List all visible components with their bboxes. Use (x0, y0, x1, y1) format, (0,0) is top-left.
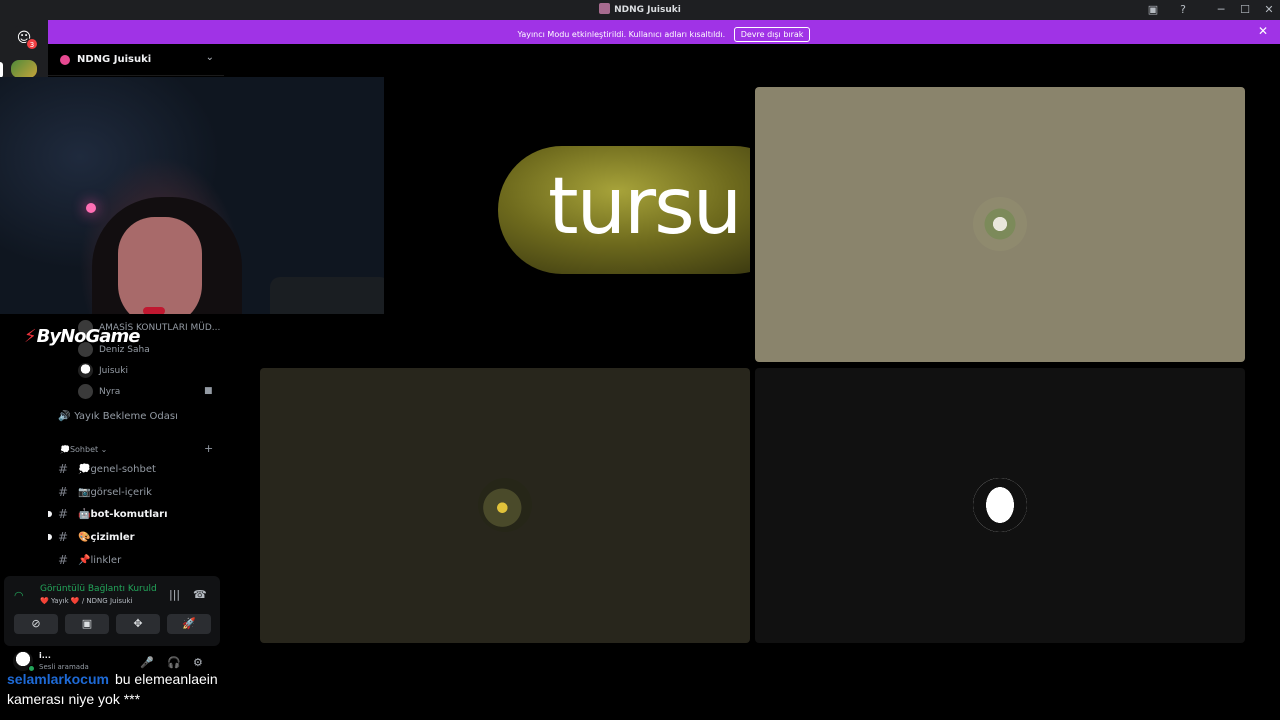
chat-overlay: selamlarkocum bu elemeanlaein kamerası ni… (7, 669, 218, 709)
channel-label: 📌linkler (78, 555, 122, 566)
channel-bot-komutlari[interactable]: # 🤖bot-komutları (58, 504, 218, 524)
microphone-icon[interactable]: 🎤 (140, 656, 154, 669)
banner-message: Yayıncı Modu etkinleştirildi. Kullanıcı … (517, 30, 726, 39)
help-icon[interactable]: ? (1173, 2, 1193, 18)
window-title-text: NDNG Juisuki (614, 5, 681, 15)
hashtag-icon: # (58, 485, 69, 499)
server-rail: ☺ 3 (0, 20, 48, 80)
hashtag-icon: # (58, 553, 69, 567)
maximize-button[interactable]: ☐ (1235, 2, 1255, 18)
logo-icon: ⚡ (24, 326, 37, 347)
server-selected-pill (0, 62, 3, 78)
camera-icon: ■ (204, 386, 213, 396)
inbox-icon[interactable]: ▣ (1143, 2, 1163, 18)
avatar (78, 363, 93, 378)
voice-member-name: Juisuki (99, 366, 128, 376)
video-tile[interactable] (260, 368, 750, 643)
signal-icon[interactable]: ◠ (14, 589, 24, 602)
avatar (78, 384, 93, 399)
webcam-background (270, 277, 384, 314)
speaker-icon: 🔊 (58, 411, 71, 422)
video-tile[interactable] (755, 87, 1245, 362)
soundboard-button[interactable]: 🚀 (167, 614, 211, 634)
close-window-button[interactable]: ✕ (1259, 2, 1279, 18)
channel-genel-sohbet[interactable]: # 💭genel-sohbet (58, 459, 218, 479)
screen-share-tile[interactable]: tursu (384, 84, 750, 364)
watermark-text: ByNoGame (36, 326, 141, 347)
channel-label: 🤖bot-komutları (78, 509, 168, 520)
avatar (973, 478, 1027, 532)
activities-button[interactable]: ✥ (116, 614, 160, 634)
webcam-person-face (118, 217, 202, 314)
headphones-icon[interactable]: 🎧 (167, 656, 181, 669)
chat-username: selamlarkocum (7, 671, 109, 687)
settings-gear-icon[interactable]: ⚙ (193, 656, 203, 669)
avatar (973, 197, 1027, 251)
chat-message: bu elemeanlaein (114, 671, 218, 687)
webcam-light (86, 203, 96, 213)
server-mini-icon (599, 3, 611, 14)
hashtag-icon: # (58, 530, 69, 544)
disable-streamer-mode-button[interactable]: Devre dışı bırak (733, 27, 811, 42)
webcam-overlay (0, 77, 384, 314)
channel-label: 📷görsel-içerik (78, 487, 152, 498)
chevron-down-icon[interactable]: ⌄ (206, 52, 214, 63)
close-banner-icon[interactable]: ✕ (1258, 24, 1268, 38)
hashtag-icon: # (58, 462, 69, 476)
camera-toggle-button[interactable]: ⊘ (14, 614, 58, 634)
voice-connection-location[interactable]: ❤️ Yayık ❤️ / NDNG Juisuki (40, 597, 132, 605)
chat-message-continued: kamerası niye yok *** (7, 691, 141, 707)
channel-label: 🎨çizimler (78, 532, 135, 543)
webcam-person-lips (143, 307, 165, 314)
voice-channel-label: Yayık Bekleme Odası (74, 411, 178, 422)
guild-header[interactable]: NDNG Juisuki ⌄ (48, 44, 224, 76)
channel-gorsel-icerik[interactable]: # 📷görsel-içerik (58, 482, 218, 502)
video-tile[interactable] (755, 368, 1245, 643)
minimize-button[interactable]: ─ (1211, 2, 1231, 18)
channel-linkler[interactable]: # 📌linkler (58, 550, 218, 570)
category-header[interactable]: 💭Sohbet ⌄ (60, 445, 107, 454)
channel-cizimler[interactable]: # 🎨çizimler (58, 527, 218, 547)
notification-badge: 3 (26, 38, 38, 50)
hashtag-icon: # (58, 507, 69, 521)
guild-name: NDNG Juisuki (77, 54, 152, 65)
pickle-caption: tursu (548, 162, 742, 252)
bynogame-watermark: ⚡ByNoGame (24, 326, 141, 347)
streamer-mode-banner: Yayıncı Modu etkinleştirildi. Kullanıcı … (48, 20, 1280, 44)
screen-share-button[interactable]: ▣ (65, 614, 109, 634)
channel-label: 💭genel-sohbet (78, 464, 156, 475)
voice-connection-status[interactable]: Görüntülü Bağlantı Kuruld (40, 584, 162, 594)
noise-suppression-icon[interactable]: ||| (169, 588, 180, 601)
add-channel-icon[interactable]: + (204, 442, 213, 455)
server-icon[interactable] (11, 60, 37, 78)
voice-channel-waiting-room[interactable]: 🔊 Yayık Bekleme Odası (58, 411, 178, 422)
avatar (478, 478, 532, 532)
window-title: NDNG Juisuki (0, 3, 1280, 15)
guild-icon (60, 55, 70, 65)
title-bar: NDNG Juisuki ▣ ? ─ ☐ ✕ (0, 0, 1280, 20)
user-name[interactable]: i... (39, 651, 51, 660)
chat-line: selamlarkocum bu elemeanlaein (7, 669, 218, 689)
disconnect-icon[interactable]: ☎ (193, 588, 207, 601)
voice-member-name: Nyra (99, 387, 121, 397)
